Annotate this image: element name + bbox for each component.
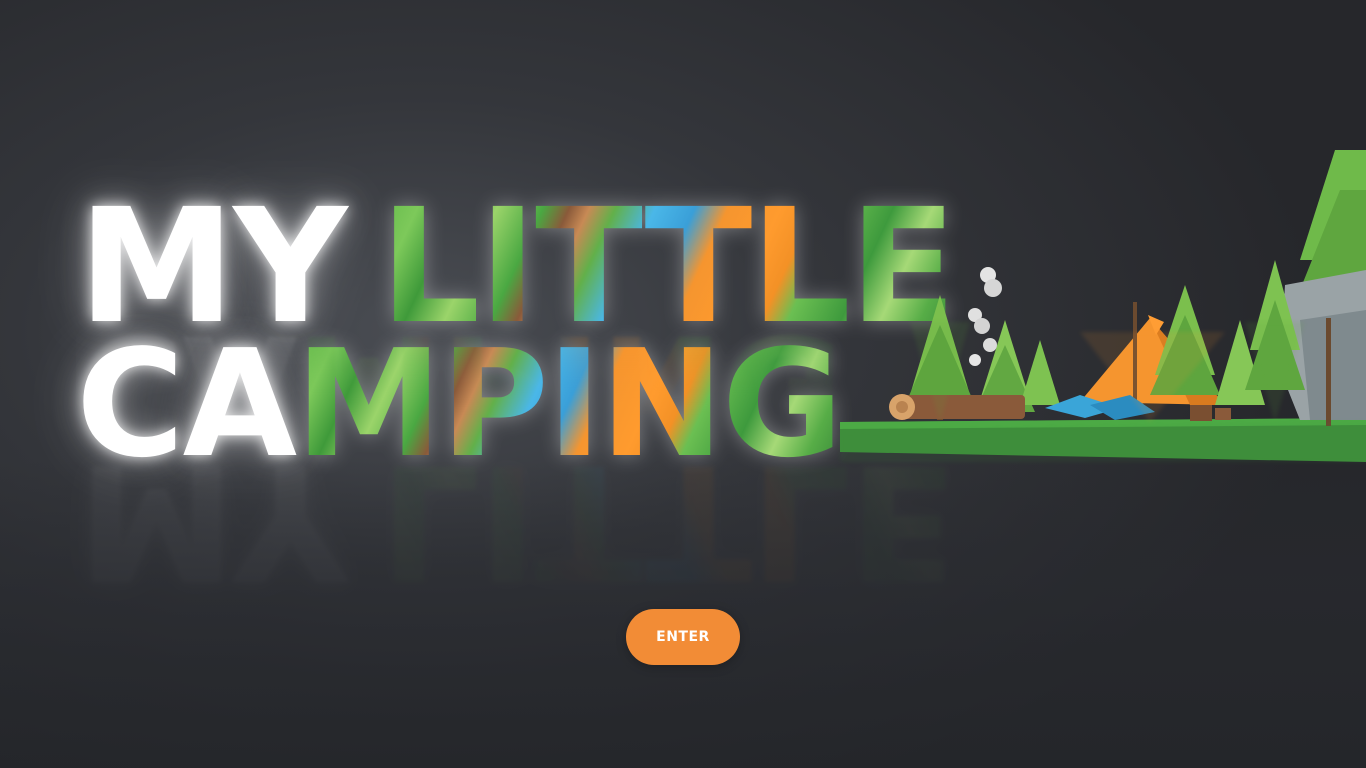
enter-button[interactable]: ENTER	[626, 609, 740, 665]
title-reflection-faint: MY LITTLE	[78, 429, 955, 613]
tree-icon	[1300, 150, 1366, 290]
campsite-reflection	[840, 322, 1366, 462]
landing-screen: MYLITTLE CAMPING CAMPING MYLITTLE	[0, 0, 1366, 768]
